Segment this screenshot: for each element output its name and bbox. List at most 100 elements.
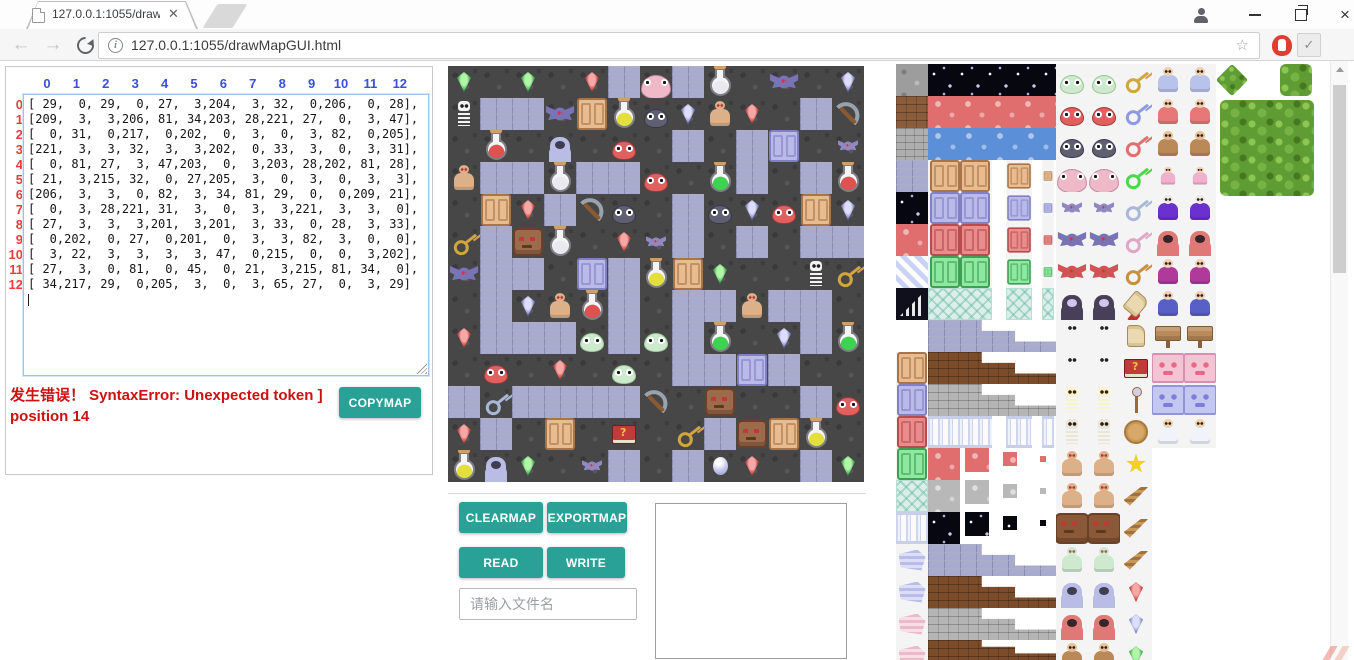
map-tile-floor-dark[interactable] xyxy=(448,130,480,162)
palette-tile-stone-face-big[interactable] xyxy=(1056,512,1088,544)
matrix-textarea[interactable]: [ 29, 0, 29, 0, 27, 3,204, 3, 32, 0,206,… xyxy=(23,94,429,376)
map-tile-floor-dark[interactable] xyxy=(576,130,608,162)
map-tile-floor-dark[interactable] xyxy=(768,226,800,258)
map-tile-floor-dark[interactable] xyxy=(768,98,800,130)
map-tile-ghost[interactable] xyxy=(480,450,512,482)
map-tile-floor-brick[interactable] xyxy=(736,226,768,258)
palette-tile-wing-item[interactable] xyxy=(1120,544,1152,576)
tileset-palette[interactable] xyxy=(896,64,1314,660)
palette-tile-bg-gray-tex[interactable] xyxy=(928,480,960,512)
palette-tile-key-green[interactable] xyxy=(1120,160,1152,192)
map-tile-door-orange[interactable] xyxy=(672,258,704,290)
palette-tile-golem-shield[interactable] xyxy=(1056,480,1088,512)
map-tile-floor-dark[interactable] xyxy=(512,354,544,386)
palette-tile-coin[interactable] xyxy=(1120,416,1152,448)
map-tile-gem-red[interactable] xyxy=(576,66,608,98)
palette-tile-door-blue[interactable] xyxy=(1006,192,1032,224)
palette-tile-key-blue[interactable] xyxy=(1120,96,1152,128)
map-tile-floor-brick[interactable] xyxy=(608,162,640,194)
palette-tile-bg-bars[interactable] xyxy=(896,288,928,320)
palette-tile-bat-red[interactable] xyxy=(1088,256,1120,288)
map-tile-floor-brick[interactable] xyxy=(800,386,832,418)
map-tile-floor-brick[interactable] xyxy=(448,386,480,418)
palette-tile-bg-terrain-brown[interactable] xyxy=(896,96,928,128)
map-tile-gem-green[interactable] xyxy=(448,66,480,98)
palette-tile-bg-pillars[interactable] xyxy=(1006,416,1032,448)
palette-tile-door-green[interactable] xyxy=(1006,256,1032,288)
palette-tile-bg-red-tex[interactable] xyxy=(928,448,960,480)
map-tile-potion-green[interactable] xyxy=(832,322,864,354)
map-tile-bat-small[interactable] xyxy=(640,226,672,258)
map-tile-potion-yellow[interactable] xyxy=(640,258,672,290)
palette-tile-vampire[interactable] xyxy=(1056,288,1088,320)
palette-tile-bat-small[interactable] xyxy=(1088,192,1120,224)
map-tile-floor-brick[interactable] xyxy=(736,162,768,194)
map-tile-floor-dark[interactable] xyxy=(544,258,576,290)
map-tile-floor-brick[interactable] xyxy=(512,322,544,354)
palette-tile-gem-blue[interactable] xyxy=(1120,608,1152,640)
forward-button[interactable]: → xyxy=(40,32,66,58)
palette-tile-bat-small[interactable] xyxy=(1056,192,1088,224)
palette-tile-tree-big[interactable] xyxy=(1220,100,1314,196)
palette-tile-barbarian[interactable] xyxy=(1184,128,1216,160)
map-tile-key-gold[interactable] xyxy=(832,258,864,290)
palette-tile-monk-brown[interactable] xyxy=(1088,640,1120,660)
map-tile-floor-dark[interactable] xyxy=(832,290,864,322)
palette-tile-gem-red[interactable] xyxy=(1120,576,1152,608)
palette-tile-bg-gray-tex[interactable] xyxy=(1003,484,1017,498)
palette-tile-sign[interactable] xyxy=(1184,320,1216,352)
extension-check-icon[interactable]: ✓ xyxy=(1297,33,1321,57)
map-tile-gem-red[interactable] xyxy=(448,418,480,450)
map-tile-bat-small[interactable] xyxy=(832,130,864,162)
map-tile-floor-dark[interactable] xyxy=(832,418,864,450)
map-tile-floor-brick[interactable] xyxy=(672,322,704,354)
new-tab-button[interactable] xyxy=(203,4,248,28)
palette-tile-bg-ice[interactable] xyxy=(1042,288,1054,320)
map-tile-door-orange[interactable] xyxy=(480,194,512,226)
map-tile-door-blue[interactable] xyxy=(736,354,768,386)
map-tile-floor-brick[interactable] xyxy=(480,98,512,130)
palette-tile-door-orange[interactable] xyxy=(928,160,992,192)
map-tile-bat-big[interactable] xyxy=(448,258,480,290)
palette-tile-bg-terrain-rock[interactable] xyxy=(896,128,928,160)
map-tile-floor-brick[interactable] xyxy=(704,290,736,322)
palette-tile-monk-brown[interactable] xyxy=(1056,640,1088,660)
map-tile-skeleton[interactable] xyxy=(448,98,480,130)
map-tile-floor-brick[interactable] xyxy=(736,130,768,162)
palette-tile-fairy[interactable] xyxy=(1184,160,1216,192)
map-tile-slime-red[interactable] xyxy=(768,194,800,226)
map-tile-floor-brick[interactable] xyxy=(576,386,608,418)
map-tile-floor-brick[interactable] xyxy=(672,66,704,98)
palette-tile-skeleton[interactable] xyxy=(1056,320,1088,352)
palette-tile-slime-dark[interactable] xyxy=(1056,128,1088,160)
map-tile-bat-big[interactable] xyxy=(768,66,800,98)
map-tile-floor-dark[interactable] xyxy=(480,66,512,98)
palette-tile-door-green[interactable] xyxy=(928,256,992,288)
page-info-icon[interactable]: i xyxy=(108,38,123,53)
map-tile-floor-dark[interactable] xyxy=(800,66,832,98)
map-tile-door-blue[interactable] xyxy=(768,130,800,162)
map-tile-potion-white[interactable] xyxy=(544,226,576,258)
map-tile-floor-brick[interactable] xyxy=(608,290,640,322)
map-tile-floor-dark[interactable] xyxy=(640,194,672,226)
map-tile-gem-blue[interactable] xyxy=(832,66,864,98)
map-tile-floor-brick[interactable] xyxy=(480,258,512,290)
map-tile-floor-brick[interactable] xyxy=(608,450,640,482)
palette-tile-ghost-blue[interactable] xyxy=(1056,576,1088,608)
map-tile-floor-brick[interactable] xyxy=(608,386,640,418)
palette-tile-princess[interactable] xyxy=(1184,416,1216,448)
palette-tile-bat-big[interactable] xyxy=(1056,224,1088,256)
palette-tile-door-orange[interactable] xyxy=(896,352,928,384)
palette-tile-bg-gray-tex[interactable] xyxy=(1040,488,1046,494)
map-tile-floor-brick[interactable] xyxy=(800,98,832,130)
close-window-button[interactable]: × xyxy=(1330,0,1354,29)
palette-tile-door-orange[interactable] xyxy=(1006,160,1032,192)
palette-tile-slime-green[interactable] xyxy=(1088,64,1120,96)
map-tile-floor-dark[interactable] xyxy=(736,258,768,290)
map-tile-floor-brick[interactable] xyxy=(672,290,704,322)
map-tile-floor-brick[interactable] xyxy=(800,450,832,482)
palette-tile-bg-red-tex[interactable] xyxy=(1003,452,1017,466)
map-tile-floor-brick[interactable] xyxy=(672,194,704,226)
map-tile-potion-white[interactable] xyxy=(544,162,576,194)
map-tile-golem[interactable] xyxy=(448,162,480,194)
